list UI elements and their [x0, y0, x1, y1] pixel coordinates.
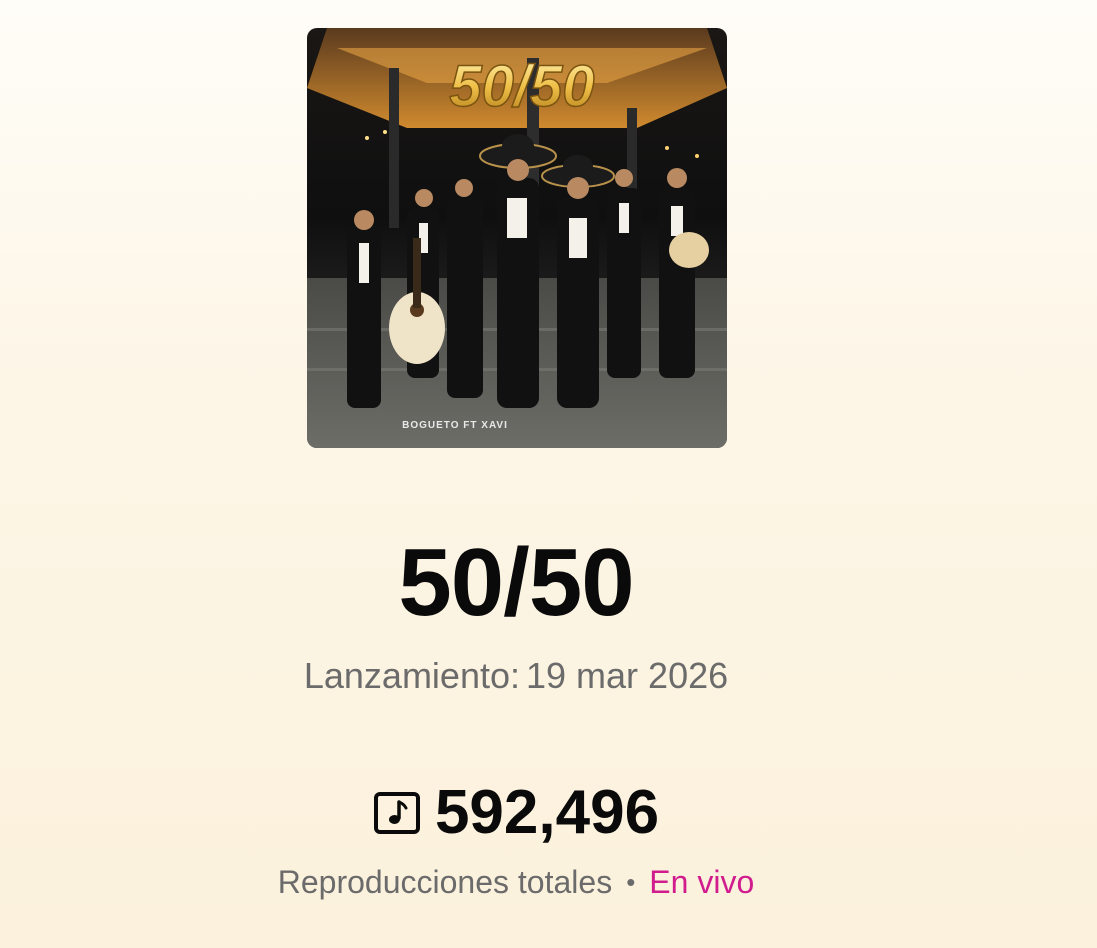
release-date: 19 mar 2026 [526, 655, 729, 696]
release-info: Lanzamiento: 19 mar 2026 [0, 654, 1032, 698]
track-title: 50/50 [398, 529, 634, 636]
cover-credit-art: BOGUETO FT XAVI [402, 420, 508, 431]
total-plays-label: Reproducciones totales [277, 864, 613, 900]
album-cover[interactable]: 50/50 BOGUETO FT XAVI [307, 28, 727, 448]
release-label: Lanzamiento: [303, 655, 520, 696]
plays-subtitle: Reproducciones totales • En vivo [0, 862, 1032, 902]
plays-count-row: 592,496 [0, 780, 1032, 846]
live-status-link[interactable]: En vivo [649, 862, 754, 902]
total-plays-count: 592,496 [434, 778, 660, 847]
music-note-icon [373, 792, 420, 834]
album-cover-art: 50/50 BOGUETO FT XAVI [307, 28, 727, 448]
cover-title-art: 50/50 [449, 54, 594, 119]
separator-dot: • [626, 867, 636, 897]
